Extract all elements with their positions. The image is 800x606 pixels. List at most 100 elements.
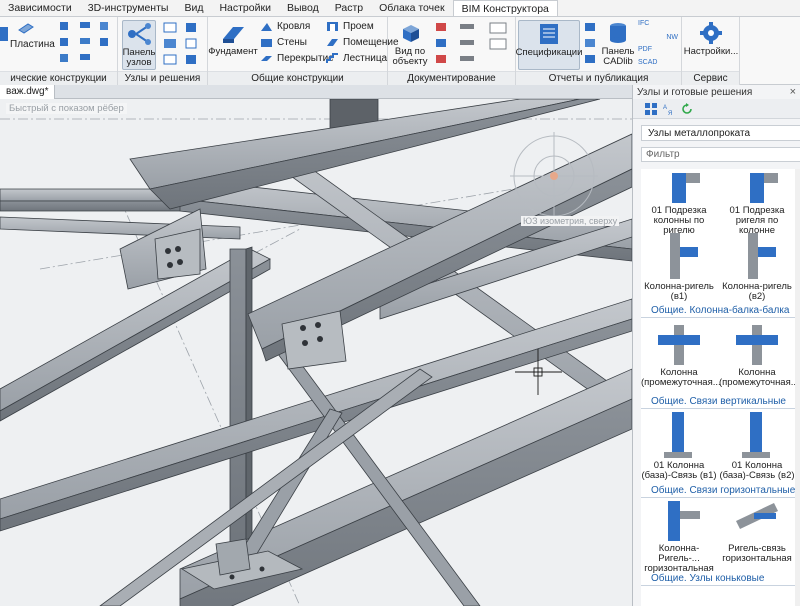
wall-icon xyxy=(261,39,272,47)
steel-profile-icon[interactable] xyxy=(0,25,10,43)
group-reports: Спецификации Панель CADlib IFC NW PDF SCA… xyxy=(516,17,682,85)
tab-3d-tools[interactable]: 3D-инструменты xyxy=(80,0,177,16)
group-metal-label: ические конструкции xyxy=(0,71,117,85)
column-base-bracing-icon xyxy=(664,412,692,458)
column-beam-icon xyxy=(670,233,698,279)
opening-icon xyxy=(327,22,338,31)
horizontal-bracing-icon xyxy=(736,503,778,529)
plate-button[interactable]: Пластина xyxy=(10,23,55,50)
category-header[interactable]: Общие. Узлы коньковые xyxy=(651,573,764,584)
scad-export-tag[interactable]: SCAD xyxy=(638,59,678,67)
group-general-label: Общие конструкции xyxy=(208,71,387,85)
foundation-button[interactable]: Фундамент xyxy=(208,20,258,58)
visual-style-label[interactable]: Быстрый с показом рёбер xyxy=(6,103,127,114)
panel-title: Узлы и готовые решения xyxy=(637,87,753,98)
foundation-icon xyxy=(223,27,244,43)
column-beam-icon xyxy=(748,233,776,279)
tab-settings[interactable]: Настройки xyxy=(211,0,279,16)
roof-icon xyxy=(261,23,272,31)
plate-icon xyxy=(18,23,34,34)
tab-view[interactable]: Вид xyxy=(176,0,211,16)
svg-text:Я: Я xyxy=(668,111,672,115)
room-icon xyxy=(327,39,338,46)
node-tools-icons[interactable] xyxy=(162,21,204,67)
node-list: 01 Подрезка колонны по ригелю 01 Подрезк… xyxy=(641,169,800,606)
column-beam-beam-icon xyxy=(658,325,700,365)
list-item[interactable]: Колонна-Ригель-... горизонтальная xyxy=(641,501,717,574)
list-item[interactable]: Колонна-ригель (в1) xyxy=(641,233,717,302)
ifc-export-tag[interactable]: IFC xyxy=(638,20,649,42)
opening-button[interactable]: Проем xyxy=(326,21,374,32)
cadlib-panel-button[interactable]: Панель CADlib xyxy=(600,20,636,68)
steel-frame-model xyxy=(0,99,632,606)
beam-cut-icon xyxy=(750,173,778,203)
group-reports-label: Отчеты и публикация xyxy=(516,71,681,85)
object-view-button[interactable]: Вид по объекту xyxy=(390,20,430,68)
category-header[interactable]: Общие. Связи горизонтальные xyxy=(651,485,795,496)
list-item[interactable]: Колонна (промежуточная... xyxy=(719,325,799,388)
specifications-button[interactable]: Спецификации xyxy=(516,20,582,70)
section-header[interactable]: Узлы металлопроката xyxy=(641,125,800,141)
filter-input[interactable]: Фильтр xyxy=(641,147,800,162)
group-metal-structures: Пластина ические конструкции xyxy=(0,17,118,85)
settings-button[interactable]: Настройки... xyxy=(684,20,738,58)
slabs-button[interactable]: Перекрытие xyxy=(260,53,334,64)
document-tab-bar: важ.dwg* xyxy=(0,85,632,99)
nodes-panel-button[interactable]: Панель узлов xyxy=(122,20,156,70)
column-cut-icon xyxy=(672,173,700,203)
database-icon xyxy=(610,23,626,43)
list-item[interactable]: Колонна-ригель (в2) xyxy=(719,233,795,302)
ribbon: Пластина ические конструкции Панель узло… xyxy=(0,17,800,85)
panel-toolbar: AЯ xyxy=(633,99,800,119)
group-service: Настройки... Сервис xyxy=(682,17,740,85)
list-item[interactable]: 01 Подрезка колонны по ригелю xyxy=(641,173,717,236)
roof-button[interactable]: Кровля xyxy=(260,21,310,32)
list-item[interactable]: 01 Подрезка ригеля по колонне xyxy=(719,173,795,236)
docs-tools-icons[interactable] xyxy=(434,21,512,67)
group-nodes: Панель узлов Узлы и решения xyxy=(118,17,208,85)
stair-icon xyxy=(326,53,338,63)
sort-az-icon[interactable]: AЯ xyxy=(663,103,675,115)
refresh-icon[interactable] xyxy=(681,102,693,115)
slab-icon xyxy=(261,56,272,61)
tab-bim-constructor[interactable]: BIM Конструктора xyxy=(452,0,558,16)
metal-tools-icons[interactable] xyxy=(58,20,114,68)
tab-point-clouds[interactable]: Облака точек xyxy=(371,0,452,16)
report-small-icons[interactable] xyxy=(584,21,598,65)
close-icon[interactable]: × xyxy=(790,86,796,98)
walls-button[interactable]: Стены xyxy=(260,37,307,48)
category-header[interactable]: Общие. Колонна-балка-балка xyxy=(651,305,789,316)
tab-raster[interactable]: Растр xyxy=(327,0,371,16)
compass-center-icon xyxy=(550,172,558,180)
tab-constraints[interactable]: Зависимости xyxy=(0,0,80,16)
export-formats[interactable]: IFC NW PDF SCAD xyxy=(638,20,678,67)
group-docs: Вид по объекту Документирование xyxy=(388,17,516,85)
pdf-export-tag[interactable]: PDF xyxy=(638,46,678,54)
horizontal-bracing-icon xyxy=(668,501,700,541)
column-beam-beam-icon xyxy=(736,325,778,365)
tab-output[interactable]: Вывод xyxy=(279,0,327,16)
category-header[interactable]: Общие. Связи вертикальные xyxy=(651,396,786,407)
group-service-label: Сервис xyxy=(682,71,739,85)
column-base-bracing-icon xyxy=(742,412,770,458)
list-item[interactable]: Ригель-связь горизонтальная xyxy=(719,501,795,564)
nodes-panel-icon xyxy=(128,23,151,45)
spec-table-icon xyxy=(540,24,558,44)
document-tab[interactable]: важ.dwg* xyxy=(0,85,56,99)
group-docs-label: Документирование xyxy=(388,71,515,85)
list-item[interactable]: 01 Колонна (база)-Связь (в1) xyxy=(641,412,717,481)
plate-label: Пластина xyxy=(10,39,55,50)
view-name-label[interactable]: ЮЗ изометрия, сверху xyxy=(521,216,620,226)
stair-button[interactable]: Лестница xyxy=(326,53,387,64)
list-item[interactable]: 01 Колонна (база)-Связь (в2) xyxy=(719,412,795,481)
model-viewport[interactable]: Быстрый с показом рёбер ЮЗ изометрия, св… xyxy=(0,99,632,606)
cube-view-icon xyxy=(403,25,419,42)
list-item[interactable]: Колонна (промежуточная... xyxy=(641,325,721,388)
gear-icon xyxy=(700,22,722,44)
nodes-panel: Узлы и готовые решения × AЯ Узлы металло… xyxy=(632,85,800,606)
group-nodes-label: Узлы и решения xyxy=(118,71,207,85)
panel-scrollbar[interactable] xyxy=(795,169,800,606)
grid-view-icon[interactable] xyxy=(645,102,657,115)
nw-export-tag[interactable]: NW xyxy=(666,34,678,42)
group-general: Фундамент Кровля Стены Перекрытие Проем … xyxy=(208,17,399,85)
